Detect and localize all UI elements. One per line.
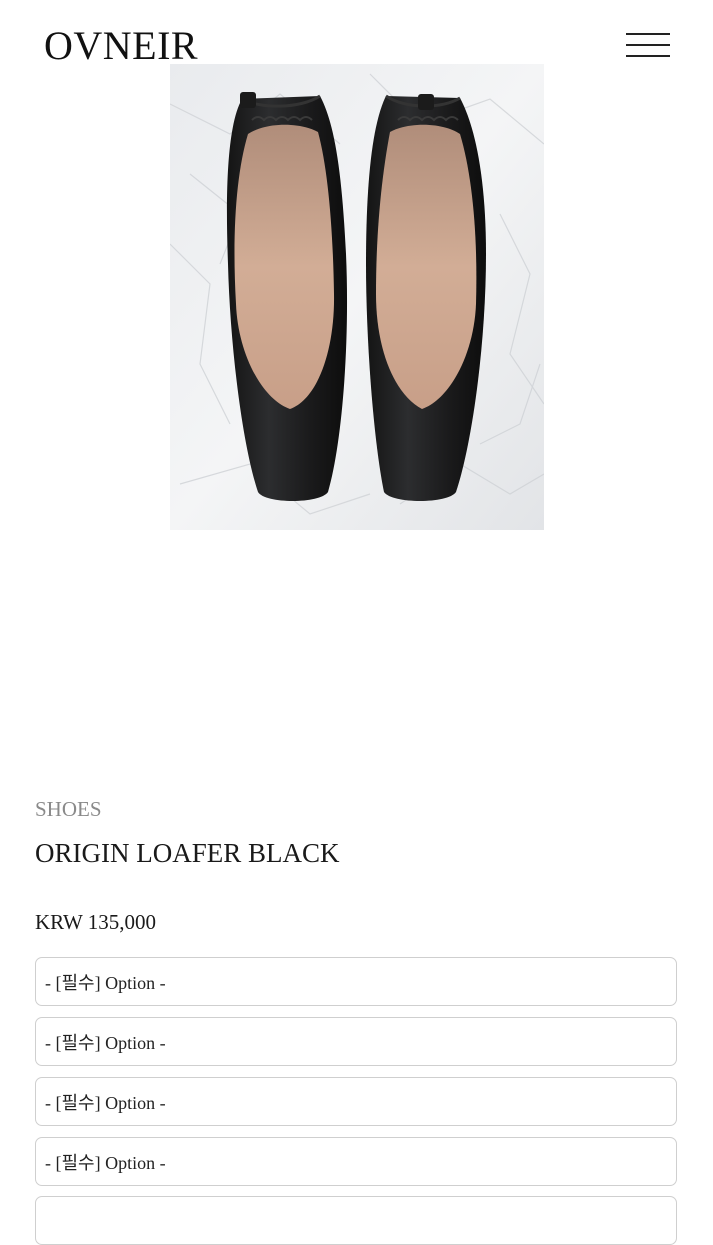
option-select-label: - [필수] Option - bbox=[45, 1032, 166, 1053]
option-select-4[interactable]: - [필수] Option - bbox=[35, 1137, 677, 1186]
hamburger-menu-icon[interactable] bbox=[626, 32, 670, 58]
product-price: KRW 135,000 bbox=[35, 910, 156, 934]
menu-line bbox=[626, 33, 670, 35]
option-select-label: - [필수] Option - bbox=[45, 1092, 166, 1113]
option-select-3[interactable]: - [필수] Option - bbox=[35, 1077, 677, 1126]
product-image bbox=[170, 64, 544, 530]
option-select-label: - [필수] Option - bbox=[45, 1152, 166, 1173]
product-name: ORIGIN LOAFER BLACK bbox=[35, 838, 340, 868]
option-select-2[interactable]: - [필수] Option - bbox=[35, 1017, 677, 1066]
option-select-label: - [필수] Option - bbox=[45, 972, 166, 993]
option-select-5[interactable] bbox=[35, 1196, 677, 1245]
menu-line bbox=[626, 55, 670, 57]
product-category: SHOES bbox=[35, 797, 102, 821]
brand-logo[interactable]: OVNEIR bbox=[44, 26, 198, 66]
menu-line bbox=[626, 44, 670, 46]
option-select-1[interactable]: - [필수] Option - bbox=[35, 957, 677, 1006]
